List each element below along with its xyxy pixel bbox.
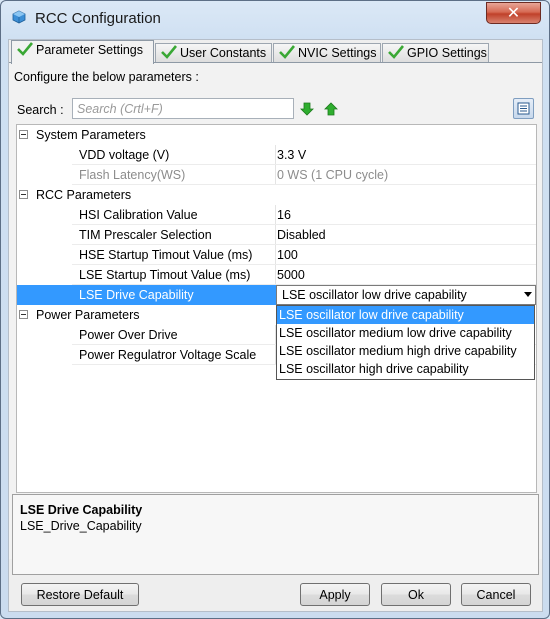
lse-drive-capability-select[interactable]: LSE oscillator low drive capability (276, 285, 536, 305)
param-name: Power Regulatror Voltage Scale (79, 348, 257, 362)
lse-drive-options-list: LSE oscillator low drive capability LSE … (276, 305, 535, 380)
group-rcc-parameters[interactable]: RCC Parameters (17, 185, 536, 205)
param-row-vdd-voltage[interactable]: VDD voltage (V) 3.3 V (17, 145, 536, 165)
arrow-up-icon[interactable] (323, 101, 339, 117)
param-value[interactable]: 5000 (277, 265, 305, 285)
apply-button[interactable]: Apply (300, 583, 370, 606)
param-name: LSE Drive Capability (79, 288, 194, 302)
option-medium-low-drive[interactable]: LSE oscillator medium low drive capabili… (277, 324, 534, 342)
window-title: RCC Configuration (35, 10, 161, 27)
list-view-icon (517, 102, 530, 115)
chevron-down-icon[interactable] (524, 292, 532, 297)
checkmark-icon (279, 45, 295, 59)
description-box: LSE Drive Capability LSE_Drive_Capabilit… (12, 494, 539, 575)
tab-label: NVIC Settings (298, 46, 377, 60)
tab-label: Parameter Settings (36, 43, 143, 57)
description-title: LSE Drive Capability (20, 503, 143, 517)
option-medium-high-drive[interactable]: LSE oscillator medium high drive capabil… (277, 342, 534, 360)
search-input[interactable] (72, 98, 294, 119)
arrow-down-icon[interactable] (299, 101, 315, 117)
option-high-drive[interactable]: LSE oscillator high drive capability (277, 360, 534, 378)
param-name: LSE Startup Timout Value (ms) (79, 268, 251, 282)
param-value[interactable]: 3.3 V (277, 145, 306, 165)
tab-user-constants[interactable]: User Constants (155, 43, 272, 63)
parameter-tree: System Parameters VDD voltage (V) 3.3 V … (16, 124, 537, 493)
parameter-settings-panel: Configure the below parameters : Search … (9, 62, 542, 575)
param-row-tim-prescaler[interactable]: TIM Prescaler Selection Disabled (17, 225, 536, 245)
restore-default-button[interactable]: Restore Default (21, 583, 139, 606)
list-view-toggle-button[interactable] (513, 98, 534, 119)
param-row-lse-drive-capability[interactable]: LSE Drive Capability LSE oscillator low … (17, 285, 536, 305)
search-label: Search : (17, 103, 64, 117)
option-low-drive[interactable]: LSE oscillator low drive capability (277, 306, 534, 324)
param-value: 0 WS (1 CPU cycle) (277, 168, 389, 182)
description-text: LSE_Drive_Capability (20, 519, 142, 533)
group-label: RCC Parameters (36, 188, 132, 202)
param-row-hsi-calibration[interactable]: HSI Calibration Value 16 (17, 205, 536, 225)
select-value: LSE oscillator low drive capability (282, 288, 467, 302)
group-label: System Parameters (36, 128, 146, 142)
app-cube-icon (12, 10, 26, 24)
cancel-button[interactable]: Cancel (461, 583, 531, 606)
checkmark-icon (161, 45, 177, 59)
checkmark-icon (388, 45, 404, 59)
param-row-lse-startup[interactable]: LSE Startup Timout Value (ms) 5000 (17, 265, 536, 285)
instruction-text: Configure the below parameters : (14, 70, 199, 84)
param-name: HSE Startup Timout Value (ms) (79, 248, 253, 262)
param-name: Power Over Drive (79, 328, 178, 342)
tab-label: User Constants (180, 46, 267, 60)
param-row-flash-latency: Flash Latency(WS) 0 WS (1 CPU cycle) (17, 165, 536, 185)
param-name: Flash Latency(WS) (79, 168, 186, 182)
collapse-icon[interactable] (19, 190, 28, 199)
param-name: VDD voltage (V) (79, 148, 170, 162)
param-row-hse-startup[interactable]: HSE Startup Timout Value (ms) 100 (17, 245, 536, 265)
param-name: HSI Calibration Value (79, 208, 198, 222)
param-value[interactable]: Disabled (277, 225, 326, 245)
param-value[interactable]: 16 (277, 205, 291, 225)
collapse-icon[interactable] (19, 130, 28, 139)
group-label: Power Parameters (36, 308, 140, 322)
param-name: TIM Prescaler Selection (79, 228, 212, 242)
dialog-body: Parameter Settings User Constants NVIC S… (8, 39, 543, 612)
close-button[interactable]: ✕ (486, 2, 541, 24)
tab-parameter-settings[interactable]: Parameter Settings (11, 40, 154, 64)
close-icon[interactable]: ✕ (507, 3, 520, 22)
tab-nvic-settings[interactable]: NVIC Settings (273, 43, 381, 63)
tab-gpio-settings[interactable]: GPIO Settings (382, 43, 489, 63)
rcc-configuration-window: RCC Configuration ✕ Parameter Settings U… (0, 0, 550, 619)
tab-label: GPIO Settings (407, 46, 487, 60)
ok-button[interactable]: Ok (381, 583, 451, 606)
checkmark-icon (17, 42, 33, 56)
collapse-icon[interactable] (19, 310, 28, 319)
group-system-parameters[interactable]: System Parameters (17, 125, 536, 145)
param-value[interactable]: 100 (277, 245, 298, 265)
title-bar: RCC Configuration ✕ (1, 1, 549, 33)
